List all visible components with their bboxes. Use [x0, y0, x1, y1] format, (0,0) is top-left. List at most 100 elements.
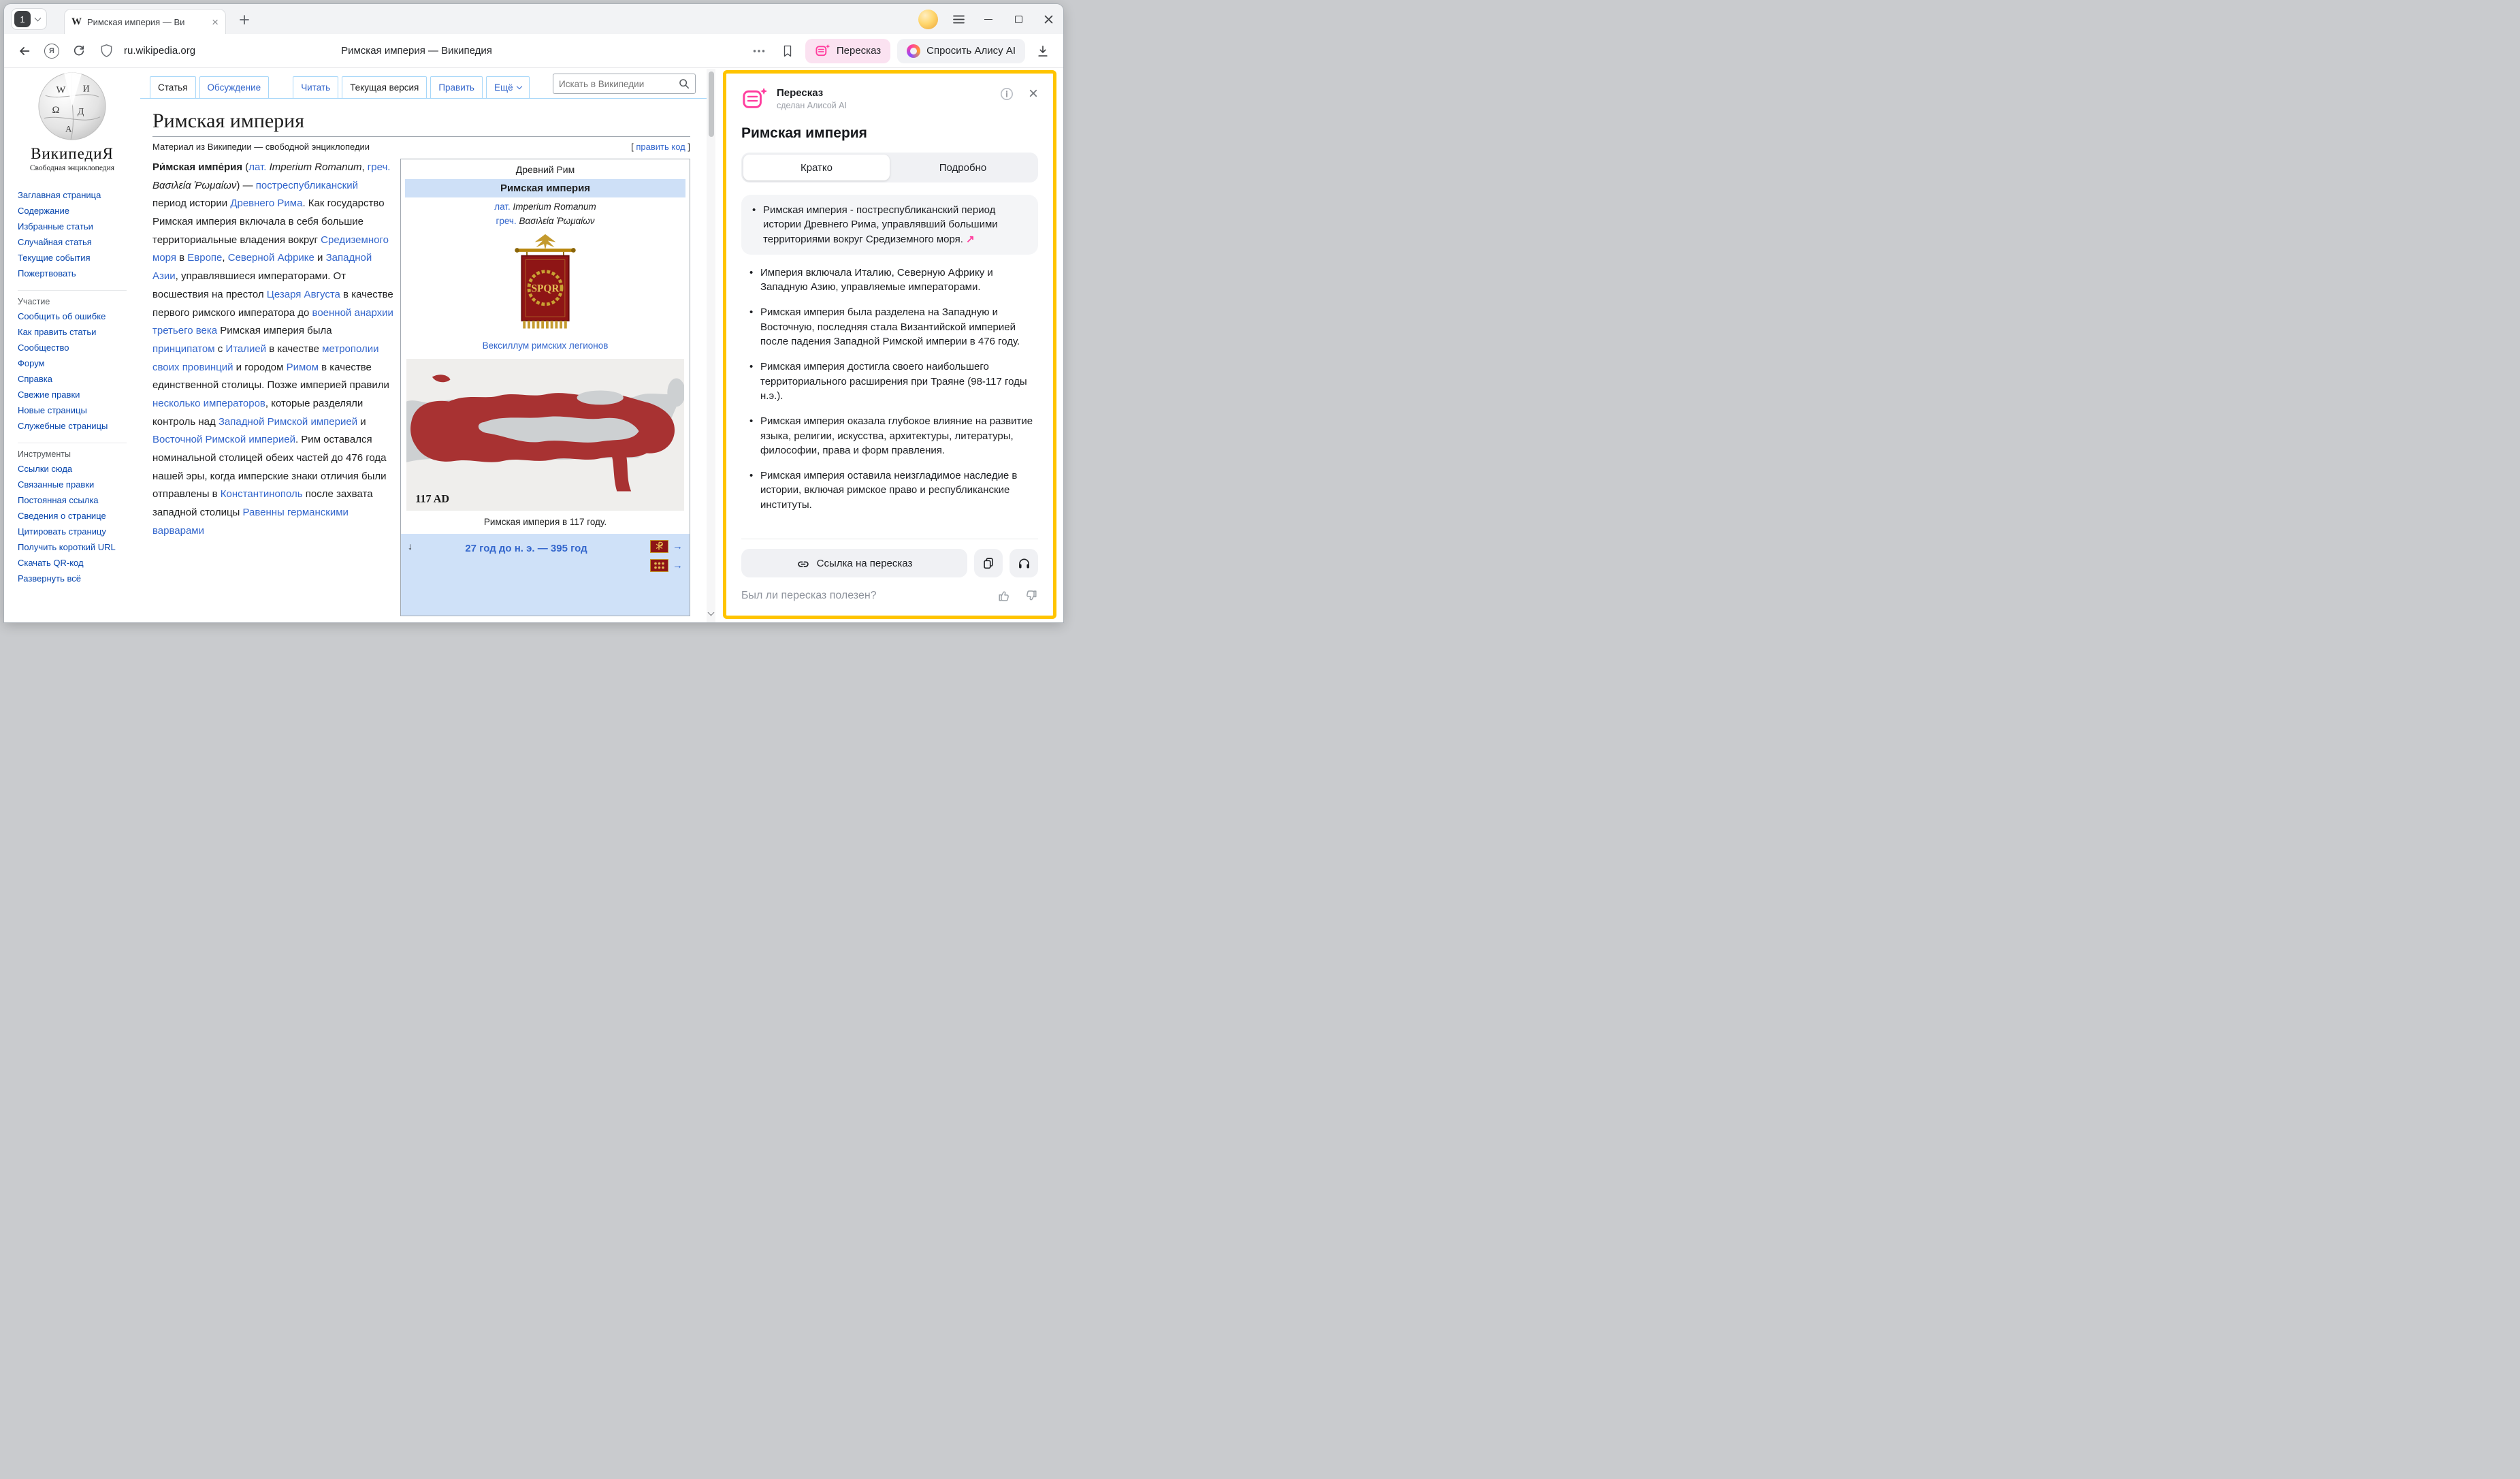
- search-icon[interactable]: [679, 78, 690, 89]
- inline-link[interactable]: лат.: [494, 202, 511, 212]
- downloads-button[interactable]: [1032, 40, 1054, 62]
- inline-link[interactable]: принципатом: [152, 343, 215, 355]
- sidebar-link[interactable]: Скачать QR-код: [18, 555, 130, 571]
- close-window-button[interactable]: [1039, 10, 1058, 29]
- copy-retell-link-button[interactable]: Ссылка на пересказ: [741, 549, 967, 577]
- inline-link[interactable]: постреспубликанский: [256, 180, 358, 191]
- minimize-button[interactable]: [979, 10, 998, 29]
- inline-link[interactable]: Западной Римской империей: [219, 416, 357, 428]
- tab-current-version[interactable]: Текущая версия: [342, 76, 427, 98]
- flag-caption-link[interactable]: Вексиллум римских легионов: [401, 340, 690, 351]
- scrollbar-down-arrow[interactable]: [709, 606, 713, 618]
- sidebar-link[interactable]: Сведения о странице: [18, 508, 130, 524]
- sidebar-link[interactable]: Цитировать страницу: [18, 524, 130, 539]
- sidebar-link[interactable]: Ссылки сюда: [18, 461, 130, 477]
- inline-link[interactable]: Восточной Римской империей: [152, 434, 295, 445]
- timeline-dates-link[interactable]: 27 год до н. э. — 395 год: [419, 543, 634, 554]
- summary-bullets: Империя включала Италию, Северную Африку…: [741, 255, 1038, 512]
- listen-button[interactable]: [1009, 549, 1038, 577]
- yandex-services-button[interactable]: Я: [41, 40, 63, 62]
- labarum-flag-icon[interactable]: [650, 540, 668, 553]
- vexillum-image[interactable]: SPQR: [401, 233, 690, 336]
- wikipedia-globe-logo[interactable]: W И Ω Д А: [36, 70, 108, 142]
- inline-link[interactable]: Италией: [225, 343, 266, 355]
- sidebar-link[interactable]: Форум: [18, 355, 130, 371]
- wikipedia-wordmark[interactable]: ВикипедиЯ: [4, 145, 140, 163]
- sidebar-link[interactable]: Служебные страницы: [18, 418, 130, 434]
- inline-link[interactable]: лат.: [248, 161, 266, 173]
- tab-more[interactable]: Ещё: [486, 76, 530, 98]
- tab-group-badge[interactable]: 1: [14, 11, 31, 27]
- search-input[interactable]: [559, 79, 675, 89]
- page-title: Римская империя — Википедия: [341, 45, 492, 57]
- new-tab-button[interactable]: [236, 11, 253, 29]
- retell-toolbar-button[interactable]: Пересказ: [805, 39, 890, 63]
- back-button[interactable]: [14, 40, 35, 62]
- inline-link[interactable]: греч.: [496, 216, 516, 226]
- maximize-button[interactable]: [1009, 10, 1028, 29]
- inline-link[interactable]: править код: [636, 142, 685, 152]
- thumbs-down-icon[interactable]: [1023, 588, 1038, 603]
- url-text[interactable]: ru.wikipedia.org: [124, 45, 195, 57]
- sidebar-link[interactable]: Сообщество: [18, 340, 130, 355]
- sidebar-link[interactable]: Развернуть всё: [18, 571, 130, 586]
- chevron-down-icon[interactable]: [35, 14, 42, 21]
- reload-button[interactable]: [68, 40, 90, 62]
- tab-edit[interactable]: Править: [430, 76, 483, 98]
- inline-link[interactable]: греч.: [368, 161, 391, 173]
- successor-arrow[interactable]: →: [673, 560, 683, 571]
- successor-arrow[interactable]: →: [673, 541, 683, 552]
- tab-article[interactable]: Статья: [150, 76, 196, 98]
- sidebar-link[interactable]: Пожертвовать: [18, 266, 130, 281]
- inline-link[interactable]: Северной Африке: [228, 252, 314, 264]
- inline-link[interactable]: Римом: [287, 362, 319, 373]
- more-button[interactable]: [748, 40, 770, 62]
- sidebar-link[interactable]: Избранные статьи: [18, 219, 130, 234]
- wiki-search-box[interactable]: [553, 74, 696, 94]
- info-icon[interactable]: [1000, 87, 1014, 101]
- article-scrollbar: [707, 69, 715, 622]
- inline-link[interactable]: Европе: [187, 252, 222, 264]
- ask-alice-button[interactable]: Спросить Алису AI: [897, 39, 1025, 63]
- sidebar-link[interactable]: Заглавная страница: [18, 187, 130, 203]
- tab-close-icon[interactable]: ×: [212, 16, 219, 28]
- thumbs-up-icon[interactable]: [997, 588, 1012, 603]
- sidebar-link[interactable]: Содержание: [18, 203, 130, 219]
- sidebar-link[interactable]: Сообщить об ошибке: [18, 308, 130, 324]
- sidebar-link[interactable]: Как править статьи: [18, 324, 130, 340]
- tab-read[interactable]: Читать: [293, 76, 338, 98]
- profile-avatar[interactable]: [918, 10, 938, 29]
- edit-code-link[interactable]: [ править код ]: [631, 142, 690, 152]
- sidebar-link[interactable]: Свежие правки: [18, 387, 130, 402]
- bookmark-icon: [781, 44, 794, 58]
- sidebar-link[interactable]: Связанные правки: [18, 477, 130, 492]
- link-icon: [796, 556, 810, 570]
- bookmark-button[interactable]: [777, 40, 798, 62]
- sidebar-link[interactable]: Постоянная ссылка: [18, 492, 130, 508]
- sidebar-link[interactable]: Текущие события: [18, 250, 130, 266]
- panel-close-icon[interactable]: ×: [1029, 87, 1038, 101]
- browser-tab[interactable]: W Римская империя — Ви ×: [64, 9, 226, 34]
- inline-link[interactable]: Константинополь: [221, 488, 303, 500]
- menu-button[interactable]: [949, 10, 968, 29]
- source-link-arrow-icon[interactable]: ↗: [966, 234, 975, 245]
- sidebar-link[interactable]: Справка: [18, 371, 130, 387]
- inline-link[interactable]: Древнего Рима: [230, 197, 302, 209]
- sidebar-link[interactable]: Новые страницы: [18, 402, 130, 418]
- empire-map-image[interactable]: 117 AD: [406, 359, 684, 513]
- protect-button[interactable]: [95, 40, 117, 62]
- inline-link[interactable]: несколько императоров: [152, 398, 265, 409]
- tab-detailed[interactable]: Подробно: [890, 155, 1036, 180]
- sidebar-link[interactable]: Получить короткий URL: [18, 539, 130, 555]
- infobox-header[interactable]: Древний Рим: [401, 159, 690, 177]
- eagle-banner-flag-icon[interactable]: [650, 559, 668, 572]
- scrollbar-thumb[interactable]: [709, 71, 714, 137]
- tab-brief[interactable]: Кратко: [743, 155, 890, 180]
- inline-link[interactable]: Цезаря Августа: [267, 289, 340, 300]
- tab-talk[interactable]: Обсуждение: [199, 76, 270, 98]
- collapse-arrow-icon[interactable]: ↓: [408, 541, 413, 552]
- sidebar-link[interactable]: Случайная статья: [18, 234, 130, 250]
- inline-text: ,: [361, 161, 367, 173]
- tab-group-control[interactable]: 1: [11, 8, 47, 30]
- copy-text-button[interactable]: [974, 549, 1003, 577]
